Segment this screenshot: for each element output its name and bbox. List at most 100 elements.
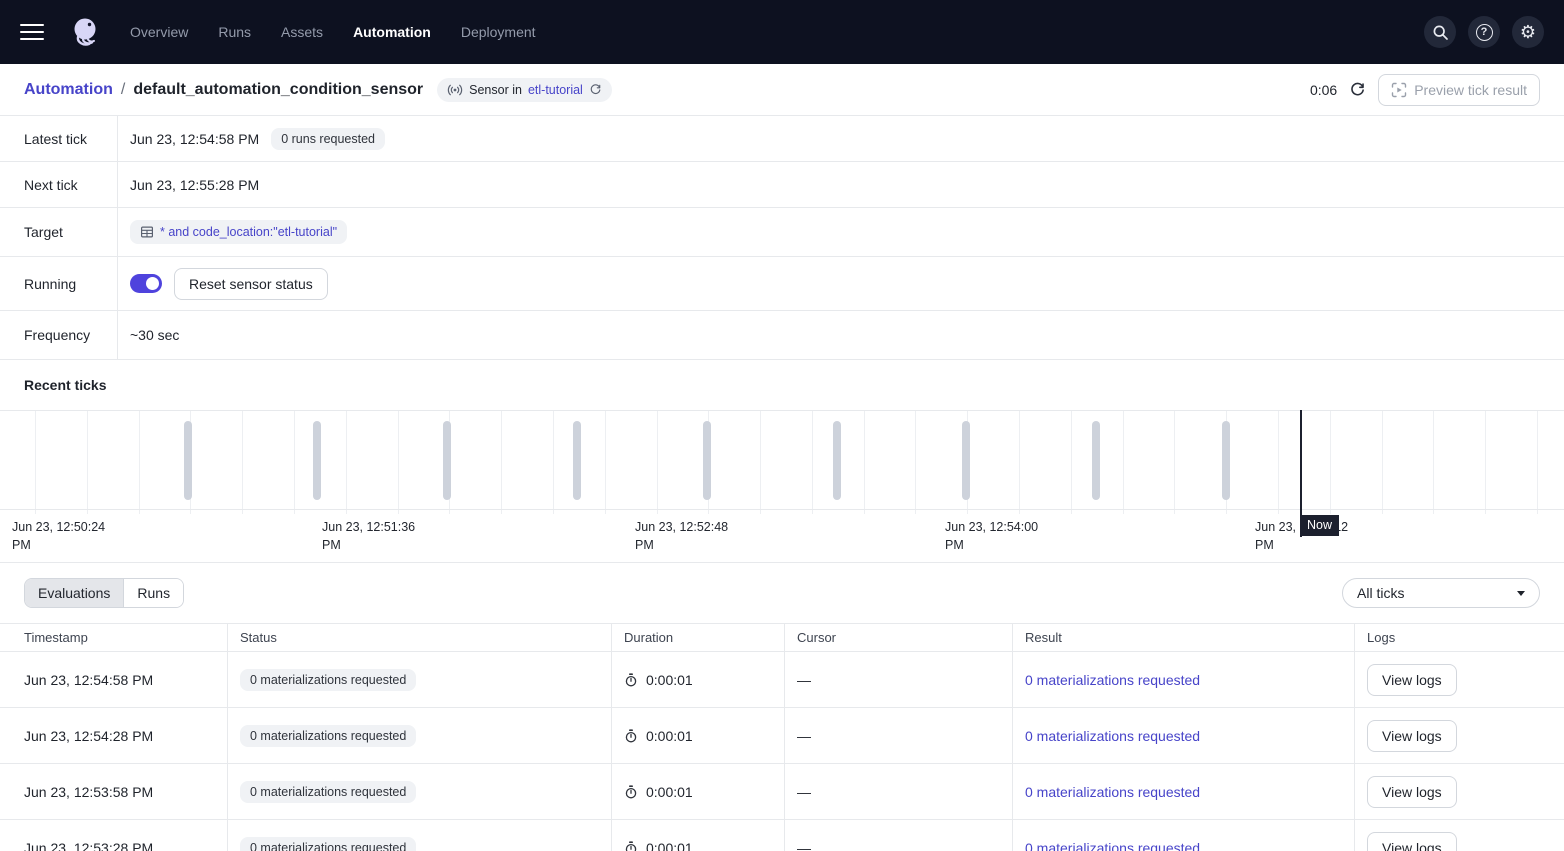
gridline	[657, 411, 658, 514]
reload-location-icon[interactable]	[589, 83, 602, 96]
sensor-icon	[447, 82, 463, 98]
timeline-baseline	[0, 509, 1564, 510]
row-frequency: Frequency ~30 sec	[0, 311, 1564, 360]
tick-bar[interactable]	[313, 421, 321, 500]
help-icon[interactable]: ?	[1468, 16, 1500, 48]
row-latest-tick: Latest tick Jun 23, 12:54:58 PM 0 runs r…	[0, 116, 1564, 162]
axis-label-line2: PM	[12, 536, 105, 554]
result-link[interactable]: 0 materializations requested	[1025, 840, 1200, 851]
tabs-row: EvaluationsRuns All ticks	[0, 563, 1564, 623]
gridline	[1174, 411, 1175, 514]
gridline	[1123, 411, 1124, 514]
result-link[interactable]: 0 materializations requested	[1025, 784, 1200, 800]
duration-value: 0:00:01	[646, 840, 693, 851]
target-label: Target	[0, 208, 118, 256]
cell-cursor: —	[785, 708, 1013, 764]
result-link[interactable]: 0 materializations requested	[1025, 672, 1200, 688]
row-target: Target * and code_location:"etl-tutorial…	[0, 208, 1564, 257]
axis-label: Jun 23, 12:51:36PM	[322, 518, 415, 554]
gridline	[864, 411, 865, 514]
view-logs-button[interactable]: View logs	[1367, 832, 1457, 851]
tick-bar[interactable]	[443, 421, 451, 500]
cell-result: 0 materializations requested	[1013, 820, 1355, 851]
cell-status: 0 materializations requested	[228, 708, 612, 764]
gridline	[398, 411, 399, 514]
dagster-logo-icon[interactable]	[66, 13, 104, 51]
cell-duration: 0:00:01	[612, 764, 785, 820]
gridline	[605, 411, 606, 514]
view-logs-button[interactable]: View logs	[1367, 776, 1457, 808]
refresh-icon[interactable]	[1349, 81, 1366, 98]
search-icon[interactable]	[1424, 16, 1456, 48]
row-next-tick: Next tick Jun 23, 12:55:28 PM	[0, 162, 1564, 208]
nav-item-runs[interactable]: Runs	[218, 24, 251, 40]
tick-bar[interactable]	[1222, 421, 1230, 500]
cell-result: 0 materializations requested	[1013, 652, 1355, 708]
nav-item-assets[interactable]: Assets	[281, 24, 323, 40]
target-selection-pill[interactable]: * and code_location:"etl-tutorial"	[130, 220, 347, 244]
running-label: Running	[0, 257, 118, 310]
preview-icon	[1391, 82, 1407, 98]
row-running: Running Reset sensor status	[0, 257, 1564, 311]
stopwatch-icon	[624, 785, 638, 799]
gridline	[1071, 411, 1072, 514]
asset-table-icon	[140, 225, 154, 239]
cell-timestamp: Jun 23, 12:53:58 PM	[0, 764, 228, 820]
axis-label-line2: PM	[1255, 536, 1348, 554]
tick-bar[interactable]	[703, 421, 711, 500]
cell-timestamp: Jun 23, 12:54:28 PM	[0, 708, 228, 764]
tick-bar[interactable]	[962, 421, 970, 500]
breadcrumb-separator: /	[121, 81, 125, 99]
axis-label-line1: Jun 23, 12:54:00	[945, 518, 1038, 536]
tick-bar[interactable]	[1092, 421, 1100, 500]
gridline	[501, 411, 502, 514]
ticks-filter-dropdown[interactable]: All ticks	[1342, 578, 1540, 608]
cell-status: 0 materializations requested	[228, 820, 612, 851]
target-selection-link[interactable]: * and code_location:"etl-tutorial"	[160, 225, 337, 239]
status-pill: 0 materializations requested	[240, 781, 416, 803]
axis-label-line2: PM	[945, 536, 1038, 554]
running-toggle[interactable]	[130, 274, 162, 293]
tab-group: EvaluationsRuns	[24, 578, 184, 608]
recent-ticks-heading: Recent ticks	[0, 360, 1564, 410]
nav-item-automation[interactable]: Automation	[353, 24, 431, 40]
reset-sensor-status-button[interactable]: Reset sensor status	[174, 268, 328, 300]
gridline	[139, 411, 140, 514]
evaluations-table: TimestampStatusDurationCursorResultLogsJ…	[0, 623, 1564, 851]
nav-item-deployment[interactable]: Deployment	[461, 24, 536, 40]
result-link[interactable]: 0 materializations requested	[1025, 728, 1200, 744]
recent-ticks-timeline: Jun 23, 12:50:24PMJun 23, 12:51:36PMJun …	[0, 410, 1564, 563]
menu-icon[interactable]	[20, 24, 44, 41]
tick-bar[interactable]	[573, 421, 581, 500]
column-header-status: Status	[228, 624, 612, 652]
view-logs-button[interactable]: View logs	[1367, 720, 1457, 752]
nav-item-overview[interactable]: Overview	[130, 24, 188, 40]
page-title: default_automation_condition_sensor	[133, 81, 423, 99]
breadcrumb-automation[interactable]: Automation	[24, 81, 113, 99]
gridline	[294, 411, 295, 514]
view-logs-button[interactable]: View logs	[1367, 664, 1457, 696]
top-nav: Overview Runs Assets Automation Deployment ?…	[0, 0, 1564, 64]
gridline	[1019, 411, 1020, 514]
gridline	[346, 411, 347, 514]
axis-label-line1: Jun 23, 12:52:48	[635, 518, 728, 536]
gridline	[1330, 411, 1331, 514]
stopwatch-icon	[624, 841, 638, 851]
axis-label: Jun 23, 12:54:00PM	[945, 518, 1038, 554]
code-location-link[interactable]: etl-tutorial	[528, 83, 583, 97]
status-pill: 0 materializations requested	[240, 669, 416, 691]
settings-gear-icon[interactable]: ⚙	[1512, 16, 1544, 48]
gridline	[87, 411, 88, 514]
tick-bar[interactable]	[833, 421, 841, 500]
axis-label-line2: PM	[322, 536, 415, 554]
tab-runs[interactable]: Runs	[123, 579, 183, 607]
cell-logs: View logs	[1355, 652, 1564, 708]
tab-evaluations[interactable]: Evaluations	[25, 579, 123, 607]
cell-status: 0 materializations requested	[228, 652, 612, 708]
preview-tick-result-button[interactable]: Preview tick result	[1378, 74, 1540, 106]
tick-bar[interactable]	[184, 421, 192, 500]
column-header-result: Result	[1013, 624, 1355, 652]
status-pill: 0 materializations requested	[240, 837, 416, 851]
frequency-label: Frequency	[0, 311, 118, 359]
duration-value: 0:00:01	[646, 672, 693, 688]
